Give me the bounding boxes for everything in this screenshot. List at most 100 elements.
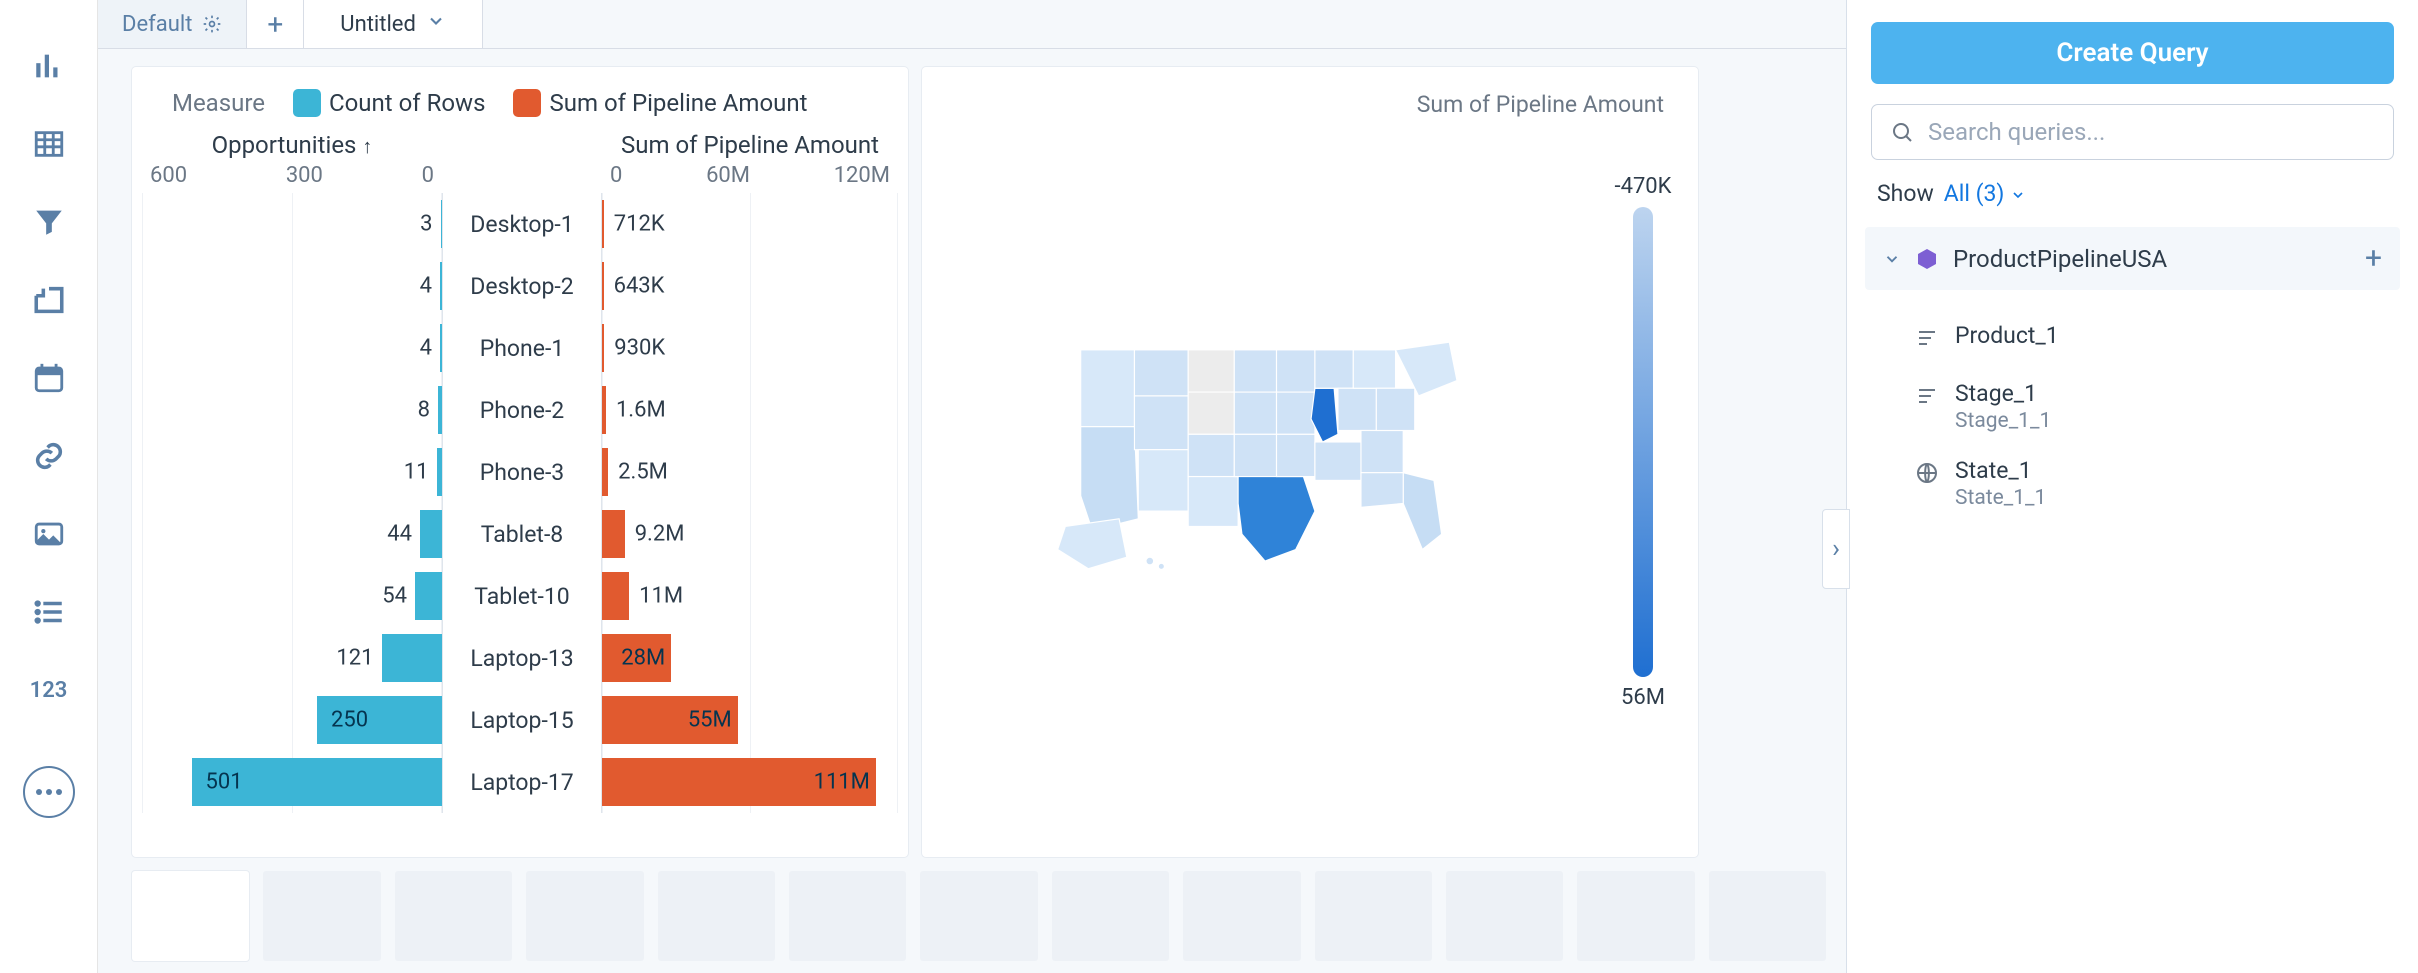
count-bar[interactable] bbox=[382, 634, 443, 682]
bar-row: 8 bbox=[142, 379, 442, 441]
bar-row: 501 bbox=[142, 751, 442, 813]
bar-row: 28M bbox=[602, 627, 898, 689]
bar-row: 250 bbox=[142, 689, 442, 751]
gear-icon bbox=[202, 14, 222, 34]
amount-label: 930K bbox=[614, 336, 665, 361]
query-name: Product_1 bbox=[1955, 322, 2059, 349]
query-subtitle: Stage_1_1 bbox=[1955, 409, 2051, 433]
count-bar[interactable] bbox=[440, 324, 442, 372]
image-icon[interactable] bbox=[31, 516, 67, 552]
bar-row: 54 bbox=[142, 565, 442, 627]
amount-bar[interactable] bbox=[602, 386, 606, 434]
thumb[interactable] bbox=[263, 871, 380, 961]
amount-bar[interactable] bbox=[602, 262, 604, 310]
amount-bar[interactable] bbox=[602, 200, 604, 248]
legend-count: Count of Rows bbox=[293, 89, 485, 117]
amount-label: 1.6M bbox=[616, 398, 666, 423]
thumb[interactable] bbox=[395, 871, 512, 961]
amount-bar[interactable] bbox=[602, 510, 625, 558]
query-list: Product_1Stage_1Stage_1_1State_1State_1_… bbox=[1871, 310, 2394, 522]
link-icon[interactable] bbox=[31, 438, 67, 474]
tab-add[interactable]: + bbox=[247, 0, 304, 48]
add-query-button[interactable]: + bbox=[2365, 241, 2382, 276]
bar-row: 3 bbox=[142, 193, 442, 255]
thumb[interactable] bbox=[132, 871, 249, 961]
left-tick: 300 bbox=[286, 163, 323, 193]
thumb[interactable] bbox=[1315, 871, 1432, 961]
query-item[interactable]: Stage_1Stage_1_1 bbox=[1871, 368, 2394, 445]
tab-default[interactable]: Default bbox=[98, 0, 247, 48]
thumb[interactable] bbox=[1183, 871, 1300, 961]
query-type-icon bbox=[1915, 461, 1939, 491]
map-card[interactable]: Sum of Pipeline Amount bbox=[922, 67, 1698, 857]
thumb[interactable] bbox=[920, 871, 1037, 961]
search-box[interactable] bbox=[1871, 104, 2394, 160]
chevron-down-icon bbox=[426, 11, 446, 37]
count-bar[interactable] bbox=[441, 200, 443, 248]
amount-bar[interactable] bbox=[602, 572, 629, 620]
tab-default-label: Default bbox=[122, 12, 192, 37]
chart-body: Opportunities ↑ 600 300 0 34481144541212… bbox=[142, 131, 898, 813]
query-name: Stage_1 bbox=[1955, 380, 2051, 407]
count-bar[interactable] bbox=[438, 386, 442, 434]
right-tick: 0 bbox=[610, 163, 622, 193]
count-bar[interactable] bbox=[420, 510, 442, 558]
thumb[interactable] bbox=[1709, 871, 1826, 961]
bar-chart-card[interactable]: Measure Count of Rows Sum of Pipeline Am… bbox=[132, 67, 908, 857]
count-label: 4 bbox=[420, 274, 432, 299]
query-type-icon bbox=[1915, 326, 1939, 356]
dataset-icon bbox=[1915, 247, 1939, 271]
thumb[interactable] bbox=[1577, 871, 1694, 961]
bar-row: 643K bbox=[602, 255, 898, 317]
thumb[interactable] bbox=[658, 871, 775, 961]
bar-row: 11 bbox=[142, 441, 442, 503]
amount-label: 643K bbox=[614, 274, 665, 299]
thumb[interactable] bbox=[1052, 871, 1169, 961]
amount-bar[interactable] bbox=[602, 324, 604, 372]
create-query-button[interactable]: Create Query bbox=[1871, 22, 2394, 84]
right-tick: 60M bbox=[706, 163, 750, 193]
amount-label: 111M bbox=[814, 770, 870, 795]
chart-icon[interactable] bbox=[31, 48, 67, 84]
sort-arrow-icon: ↑ bbox=[362, 134, 372, 158]
show-all-link[interactable]: All (3) bbox=[1944, 180, 2026, 207]
thumb[interactable] bbox=[789, 871, 906, 961]
chevron-down-icon bbox=[1883, 250, 1901, 268]
amount-bar[interactable] bbox=[602, 448, 608, 496]
count-label: 250 bbox=[323, 708, 368, 733]
show-label: Show bbox=[1877, 180, 1934, 207]
query-item[interactable]: Product_1 bbox=[1871, 310, 2394, 368]
bar-row: 930K bbox=[602, 317, 898, 379]
table-icon[interactable] bbox=[31, 126, 67, 162]
search-input[interactable] bbox=[1928, 118, 2375, 146]
container-icon[interactable] bbox=[31, 282, 67, 318]
amount-label: 9.2M bbox=[635, 522, 685, 547]
count-bar[interactable] bbox=[440, 262, 442, 310]
filter-icon[interactable] bbox=[31, 204, 67, 240]
left-bars-area: 3448114454121250501 bbox=[142, 193, 442, 813]
count-bar[interactable] bbox=[415, 572, 442, 620]
tab-untitled[interactable]: Untitled bbox=[304, 0, 483, 48]
dataset-name: ProductPipelineUSA bbox=[1953, 245, 2167, 273]
query-name: State_1 bbox=[1955, 457, 2046, 484]
list-icon[interactable] bbox=[31, 594, 67, 630]
search-icon bbox=[1890, 120, 1914, 144]
bar-row: 9.2M bbox=[602, 503, 898, 565]
query-item[interactable]: State_1State_1_1 bbox=[1871, 445, 2394, 522]
category-label: Laptop-13 bbox=[442, 627, 602, 689]
thumb[interactable] bbox=[1446, 871, 1563, 961]
count-label: 44 bbox=[387, 522, 412, 547]
date-icon[interactable]: 12 bbox=[31, 360, 67, 396]
amount-label: 11M bbox=[639, 584, 683, 609]
category-label: Tablet-10 bbox=[442, 565, 602, 627]
legend-label: Measure bbox=[172, 89, 265, 117]
bar-row: 4 bbox=[142, 317, 442, 379]
number-icon[interactable]: 123 bbox=[31, 672, 67, 708]
amount-label: 712K bbox=[614, 212, 665, 237]
bar-row: 712K bbox=[602, 193, 898, 255]
more-icon[interactable] bbox=[23, 766, 75, 818]
thumb[interactable] bbox=[526, 871, 643, 961]
dataset-header[interactable]: ProductPipelineUSA + bbox=[1865, 227, 2400, 290]
count-bar[interactable] bbox=[437, 448, 443, 496]
expand-panel-handle[interactable]: › bbox=[1822, 509, 1850, 589]
